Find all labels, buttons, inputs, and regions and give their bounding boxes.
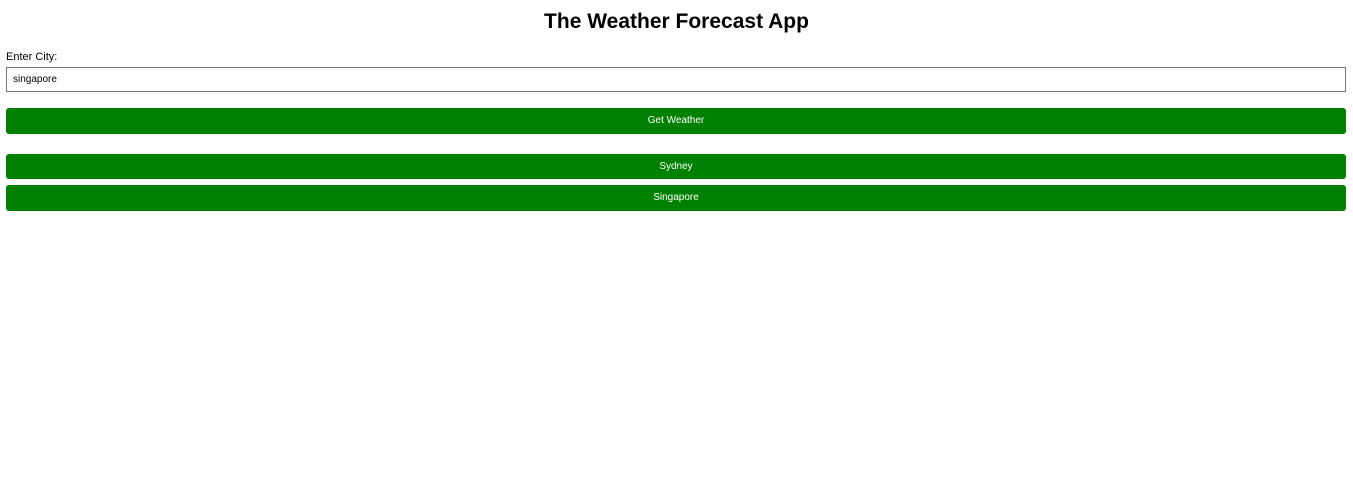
history-city-button-sydney[interactable]: Sydney (6, 154, 1346, 179)
history-city-button-singapore[interactable]: Singapore (6, 185, 1346, 211)
city-input-label: Enter City: (6, 51, 58, 63)
city-input[interactable] (6, 67, 1346, 92)
weather-app-page: The Weather Forecast App Enter City: Get… (0, 0, 1353, 489)
get-weather-button[interactable]: Get Weather (6, 108, 1346, 134)
page-title: The Weather Forecast App (544, 10, 809, 33)
